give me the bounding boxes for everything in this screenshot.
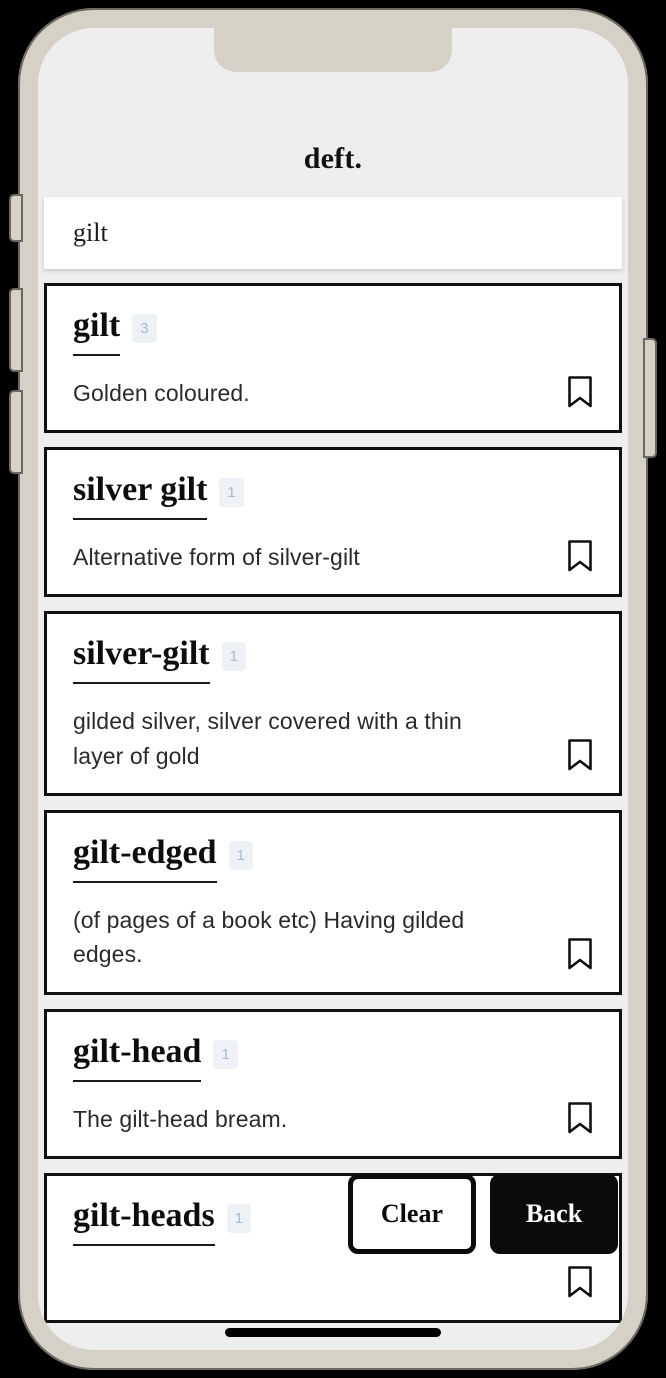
result-card-header: gilt-edged 1 <box>73 834 593 883</box>
headword: gilt-edged <box>73 834 217 883</box>
sense-count-badge: 1 <box>219 478 244 508</box>
result-card[interactable]: silver-gilt 1 gilded silver, silver cove… <box>44 611 622 797</box>
bookmark-icon[interactable] <box>567 376 593 408</box>
bookmark-icon[interactable] <box>567 1102 593 1134</box>
bookmark-icon[interactable] <box>567 739 593 771</box>
result-card[interactable]: silver gilt 1 Alternative form of silver… <box>44 447 622 598</box>
search-input[interactable]: gilt <box>44 197 622 269</box>
sense-count-badge: 3 <box>132 314 157 343</box>
sense-count-badge: 1 <box>213 1039 238 1069</box>
phone-mute-switch[interactable] <box>11 196 21 240</box>
headword: silver gilt <box>73 471 208 520</box>
home-indicator[interactable] <box>225 1328 441 1337</box>
definition-text: The gilt-head bream. <box>73 1105 288 1132</box>
phone-volume-up-button[interactable] <box>11 290 21 370</box>
back-button[interactable]: Back <box>490 1174 618 1254</box>
result-card[interactable]: gilt-edged 1 (of pages of a book etc) Ha… <box>44 810 622 995</box>
result-card-body: Alternative form of silver-gilt <box>73 540 593 575</box>
sense-count-badge: 1 <box>226 1204 252 1234</box>
result-card-body: gilded silver, silver covered with a thi… <box>73 704 593 773</box>
definition-text: Golden coloured. <box>73 379 250 406</box>
sense-count-badge: 1 <box>228 841 253 871</box>
bookmark-icon[interactable] <box>567 1266 593 1298</box>
headword: gilt <box>73 307 121 356</box>
floating-action-buttons: Clear Back <box>347 1174 618 1254</box>
bookmark-icon[interactable] <box>567 540 593 572</box>
phone-power-button[interactable] <box>645 340 655 456</box>
headword: silver-gilt <box>73 636 210 685</box>
result-card-body <box>73 1266 593 1300</box>
definition-text: gilded silver, silver covered with a thi… <box>73 708 462 769</box>
screenshot-root: deft. gilt gilt 3 Golden coloured. silve… <box>0 0 666 1378</box>
result-card-body: (of pages of a book etc) Having gilded e… <box>73 903 593 972</box>
clear-button[interactable]: Clear <box>347 1174 476 1254</box>
bookmark-icon[interactable] <box>567 938 593 970</box>
result-card-header: silver gilt 1 <box>73 471 593 520</box>
headword: gilt-heads <box>73 1197 215 1246</box>
result-card[interactable]: gilt 3 Golden coloured. <box>44 283 622 434</box>
result-card-body: Golden coloured. <box>73 376 593 411</box>
definition-text: Alternative form of silver-gilt <box>73 543 360 570</box>
phone-volume-down-button[interactable] <box>11 392 21 472</box>
headword: gilt-head <box>73 1033 202 1082</box>
result-card-header: silver-gilt 1 <box>73 636 593 685</box>
result-card-header: gilt 3 <box>73 307 593 356</box>
result-card-body: The gilt-head bream. <box>73 1102 593 1137</box>
result-card[interactable]: gilt-head 1 The gilt-head bream. <box>44 1008 622 1160</box>
phone-screen: deft. gilt gilt 3 Golden coloured. silve… <box>38 28 628 1350</box>
phone-notch <box>214 28 452 72</box>
page-title: deft. <box>303 142 363 175</box>
result-card-header: gilt-head 1 <box>73 1033 593 1082</box>
definition-text: (of pages of a book etc) Having gilded e… <box>73 906 465 968</box>
sense-count-badge: 1 <box>221 642 246 672</box>
